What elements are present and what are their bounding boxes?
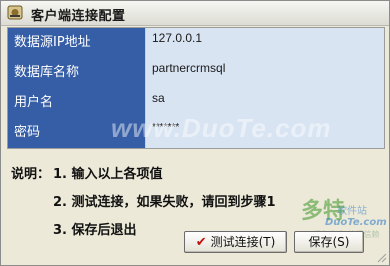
- row-ip: 数据源IP地址 127.0.0.1: [8, 28, 384, 59]
- connection-config-dialog: 客户端连接配置 数据源IP地址 127.0.0.1 数据库名称 partnerc…: [0, 0, 390, 266]
- instruction-step-1: 1. 输入以上各项值: [53, 167, 163, 182]
- db-connect-icon: [7, 5, 23, 20]
- username-label: 用户名: [8, 88, 146, 118]
- resize-grip-icon[interactable]: [375, 251, 387, 263]
- logo-watermark-sub: 软件站: [337, 206, 367, 217]
- instruction-step-3: 3. 保存后退出: [53, 223, 137, 238]
- password-label: 密码: [8, 118, 146, 148]
- site-logo-watermark: 多特 软件站 DuoTe.com 绿色安全 值得信赖: [301, 193, 387, 239]
- row-password: 密码 *******: [8, 118, 384, 148]
- checkmark-icon: ✔: [195, 235, 207, 250]
- instructions-prefix: 说明：: [11, 167, 51, 182]
- logo-watermark-url: DuoTe.com: [325, 217, 387, 228]
- row-database: 数据库名称 partnercrmsql: [8, 58, 384, 89]
- instruction-step-2: 2. 测试连接，如果失败，请回到步骤1: [53, 195, 276, 210]
- title-bar: 客户端连接配置: [1, 1, 389, 26]
- settings-grid: 数据源IP地址 127.0.0.1 数据库名称 partnercrmsql 用户…: [7, 27, 385, 149]
- row-username: 用户名 sa: [8, 88, 384, 119]
- test-connection-button[interactable]: ✔ 测试连接(T): [184, 231, 287, 253]
- logo-watermark-main: 多特: [301, 199, 346, 224]
- password-field[interactable]: *******: [146, 118, 384, 148]
- database-label: 数据库名称: [8, 58, 146, 88]
- test-connection-label: 测试连接(T): [210, 235, 276, 249]
- window-title: 客户端连接配置: [31, 9, 126, 24]
- ip-field[interactable]: 127.0.0.1: [146, 28, 384, 58]
- database-field[interactable]: partnercrmsql: [146, 58, 384, 88]
- save-button[interactable]: 保存(S): [294, 231, 364, 253]
- ip-label: 数据源IP地址: [8, 28, 146, 58]
- username-field[interactable]: sa: [146, 88, 384, 118]
